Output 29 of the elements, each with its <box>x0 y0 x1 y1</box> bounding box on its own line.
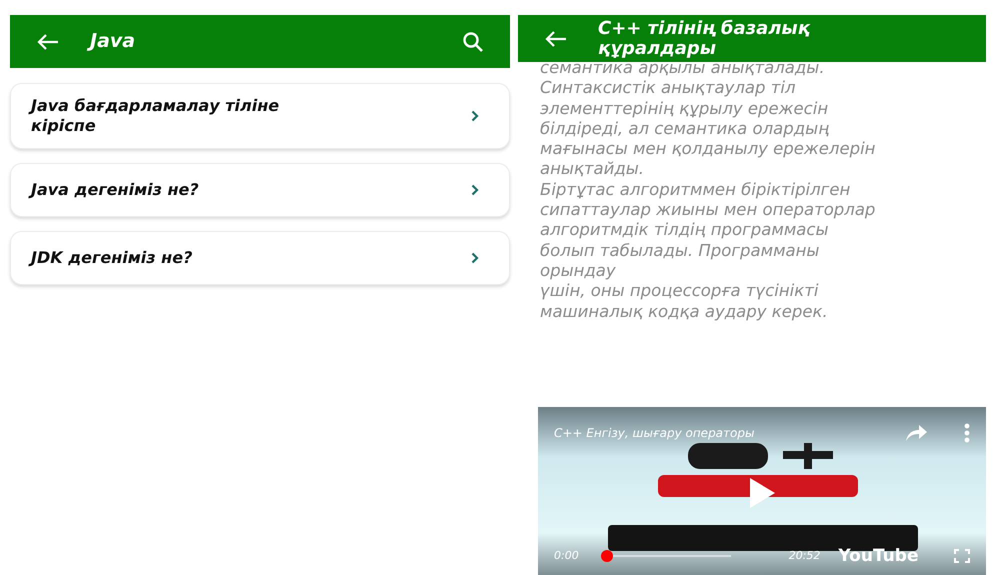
screen-title: С++ тілінің базалық құралдары <box>598 18 812 58</box>
duration: 20:52 <box>788 548 820 564</box>
play-icon[interactable] <box>748 477 776 510</box>
text-line: білдіреді, ал семантика олардың <box>540 118 830 140</box>
back-icon[interactable] <box>544 30 568 48</box>
elapsed-time: 0:00 <box>554 548 579 564</box>
text-line: элементтерінің құрылу ережесін <box>540 98 830 119</box>
chevron-icon <box>471 110 479 122</box>
text-line: болып табылады. Программаны <box>540 240 820 261</box>
more-icon[interactable] <box>964 423 970 443</box>
text-line: анықтайды. <box>540 159 646 180</box>
search-icon[interactable] <box>462 30 484 52</box>
list-item[interactable]: JDK дегеніміз не? <box>10 231 510 285</box>
text-line: сипаттаулар жиыны мен операторлар <box>540 200 876 220</box>
text-line: үшін, оны процессорға түсінікті <box>540 281 820 302</box>
text-line: Синтаксистік анықтаулар тіл <box>540 78 796 99</box>
text-line: семантика арқылы анықталады. <box>540 58 826 78</box>
chevron-icon <box>471 184 479 196</box>
text-line: алгоритмдік тілдің программасы <box>540 220 830 241</box>
back-icon[interactable] <box>36 32 60 50</box>
list-item[interactable]: Java бағдарламалау тіліне кіріспе <box>10 83 510 149</box>
text-line: мағынасы мен қолданылу ережелерін <box>540 139 876 160</box>
chevron-icon <box>471 252 479 264</box>
text-line: орындау <box>540 260 617 282</box>
list-item[interactable]: Java дегеніміз не? <box>10 163 510 217</box>
text-line: машиналық кодқа аудару керек. <box>540 302 829 322</box>
share-icon[interactable] <box>904 424 928 442</box>
text-line: Біртұтас алгоритммен біріктірілген <box>540 180 852 200</box>
video-title: C++ Енгізу, шығару операторы <box>554 425 754 442</box>
